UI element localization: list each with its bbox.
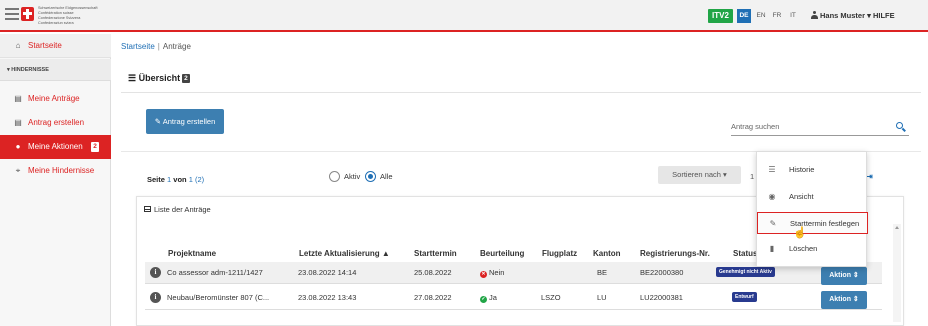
sidebar-item-meine-antraege[interactable]: ▤ Meine Anträge: [0, 87, 111, 111]
filter-label-aktiv: Aktiv: [344, 172, 361, 181]
column-header[interactable]: Starttermin: [414, 249, 457, 258]
divider: [121, 92, 921, 93]
airport: LSZO: [541, 293, 561, 302]
menu-icon[interactable]: [5, 8, 19, 20]
page-number[interactable]: 1: [750, 172, 754, 181]
search-input[interactable]: [731, 118, 881, 134]
start-date: 27.08.2022: [414, 293, 452, 302]
last-updated: 23.08.2022 13:43: [298, 293, 357, 302]
scroll-up-icon[interactable]: [895, 226, 899, 229]
info-icon[interactable]: i: [150, 267, 161, 278]
top-bar: Schweizerische Eidgenossenschaft Confédé…: [0, 0, 928, 32]
column-header[interactable]: Projektname: [168, 249, 216, 258]
eye-icon: ◉: [768, 192, 776, 201]
hand-cursor-icon: ☝: [793, 227, 807, 239]
lang-fr[interactable]: FR: [770, 9, 784, 23]
action-button[interactable]: Aktion ⇕: [821, 291, 867, 309]
confederation-text: Schweizerische Eidgenossenschaft Confédé…: [38, 6, 98, 25]
file-plus-icon: ▤: [14, 118, 22, 127]
table-icon: [144, 206, 151, 212]
column-header[interactable]: Status: [733, 249, 757, 258]
cross-icon: ✕: [480, 271, 487, 278]
sidebar-item-meine-hindernisse[interactable]: ⌖ Meine Hindernisse: [0, 159, 111, 183]
column-header[interactable]: Flugplatz: [542, 249, 577, 258]
search-field: [731, 118, 909, 136]
sidebar: ⌂ Startseite ▾ HINDERNISSE ▤ Meine Anträge…: [0, 34, 111, 326]
list-icon: ☰: [128, 73, 137, 83]
sort-dropdown[interactable]: Sortieren nach ▾: [658, 166, 741, 184]
action-button[interactable]: Aktion ⇕: [821, 267, 867, 285]
column-header[interactable]: Registrierungs-Nr.: [640, 249, 710, 258]
chevron-down-icon: ▾: [7, 67, 10, 73]
count-badge: 2: [182, 74, 190, 83]
column-header[interactable]: Letzte Aktualisierung ▲: [299, 249, 390, 258]
menu-item-starttermin-festlegen[interactable]: ✎ Starttermin festlegen: [757, 212, 868, 234]
canton: BE: [597, 268, 608, 277]
breadcrumb-home[interactable]: Startseite: [121, 42, 155, 51]
count-badge: 2: [91, 142, 99, 152]
edit-icon: ✎: [769, 219, 777, 228]
sidebar-section-hindernisse[interactable]: ▾ HINDERNISSE: [0, 59, 111, 81]
registration-number: BE22000380: [640, 268, 684, 277]
create-application-button[interactable]: ✎ Antrag erstellen: [146, 109, 224, 134]
action-menu: ☰ Historie ◉ Ansicht ✎ Starttermin festlege…: [756, 151, 868, 267]
search-icon[interactable]: [896, 122, 903, 129]
last-updated: 23.08.2022 14:14: [298, 268, 357, 277]
page-info: Seite 1 von 1 (2): [147, 175, 205, 184]
trash-icon: ▮: [769, 244, 775, 253]
column-header[interactable]: Kanton: [593, 249, 621, 258]
swiss-flag-logo: [21, 7, 34, 21]
status-badge: Genehmigt nicht Aktiv: [716, 267, 775, 277]
rating: ✕ Nein: [480, 268, 505, 278]
rating: ✓ Ja: [480, 293, 497, 303]
status-badge: Entwurf: [732, 292, 757, 302]
home-icon: ⌂: [15, 41, 21, 50]
help-link[interactable]: HILFE: [873, 11, 895, 20]
filter-label-alle: Alle: [380, 172, 393, 181]
registration-number: LU22000381: [640, 293, 683, 302]
lang-en[interactable]: EN: [754, 9, 768, 23]
sidebar-item-home[interactable]: ⌂ Startseite: [0, 34, 111, 58]
user-icon: [811, 11, 818, 19]
file-icon: ▤: [14, 94, 22, 103]
edit-icon: ✎: [154, 117, 162, 126]
breadcrumb-current: Anträge: [162, 42, 191, 51]
chevron-down-icon: ▾: [723, 170, 727, 179]
list-icon: ☰: [768, 165, 776, 174]
page-title: ☰ Übersicht 2: [128, 73, 190, 83]
table-row: i Neubau/Beromünster 807 (C... 23.08.202…: [145, 288, 882, 310]
app-badge: ITV2: [708, 9, 733, 23]
sidebar-item-meine-aktionen[interactable]: ● Meine Aktionen 2: [0, 135, 111, 159]
project-name[interactable]: Co assessor adm-1211/1427: [167, 268, 263, 277]
obstacle-icon: ⌖: [15, 166, 21, 175]
sidebar-item-antrag-erstellen[interactable]: ▤ Antrag erstellen: [0, 111, 111, 135]
chevron-down-icon: ▾: [867, 11, 871, 20]
menu-item-ansicht[interactable]: ◉ Ansicht: [757, 186, 868, 208]
user-icon: ●: [15, 142, 21, 151]
scrollbar[interactable]: [893, 224, 901, 322]
filter-radio-aktiv[interactable]: [329, 171, 340, 182]
menu-item-loeschen[interactable]: ▮ Löschen: [757, 238, 868, 260]
card-title: Liste der Anträge: [144, 205, 211, 214]
breadcrumb: Startseite | Anträge: [121, 42, 191, 51]
project-name[interactable]: Neubau/Beromünster 807 (C...: [167, 293, 269, 302]
check-icon: ✓: [480, 296, 487, 303]
start-date: 25.08.2022: [414, 268, 452, 277]
lang-de[interactable]: DE: [737, 9, 751, 23]
column-header[interactable]: Beurteilung: [480, 249, 524, 258]
canton: LU: [597, 293, 607, 302]
filter-radio-alle[interactable]: [365, 171, 376, 182]
lang-it[interactable]: IT: [786, 9, 800, 23]
info-icon[interactable]: i: [150, 292, 161, 303]
menu-item-historie[interactable]: ☰ Historie: [757, 159, 868, 181]
user-menu[interactable]: Hans Muster ▾ HILFE: [811, 9, 895, 23]
